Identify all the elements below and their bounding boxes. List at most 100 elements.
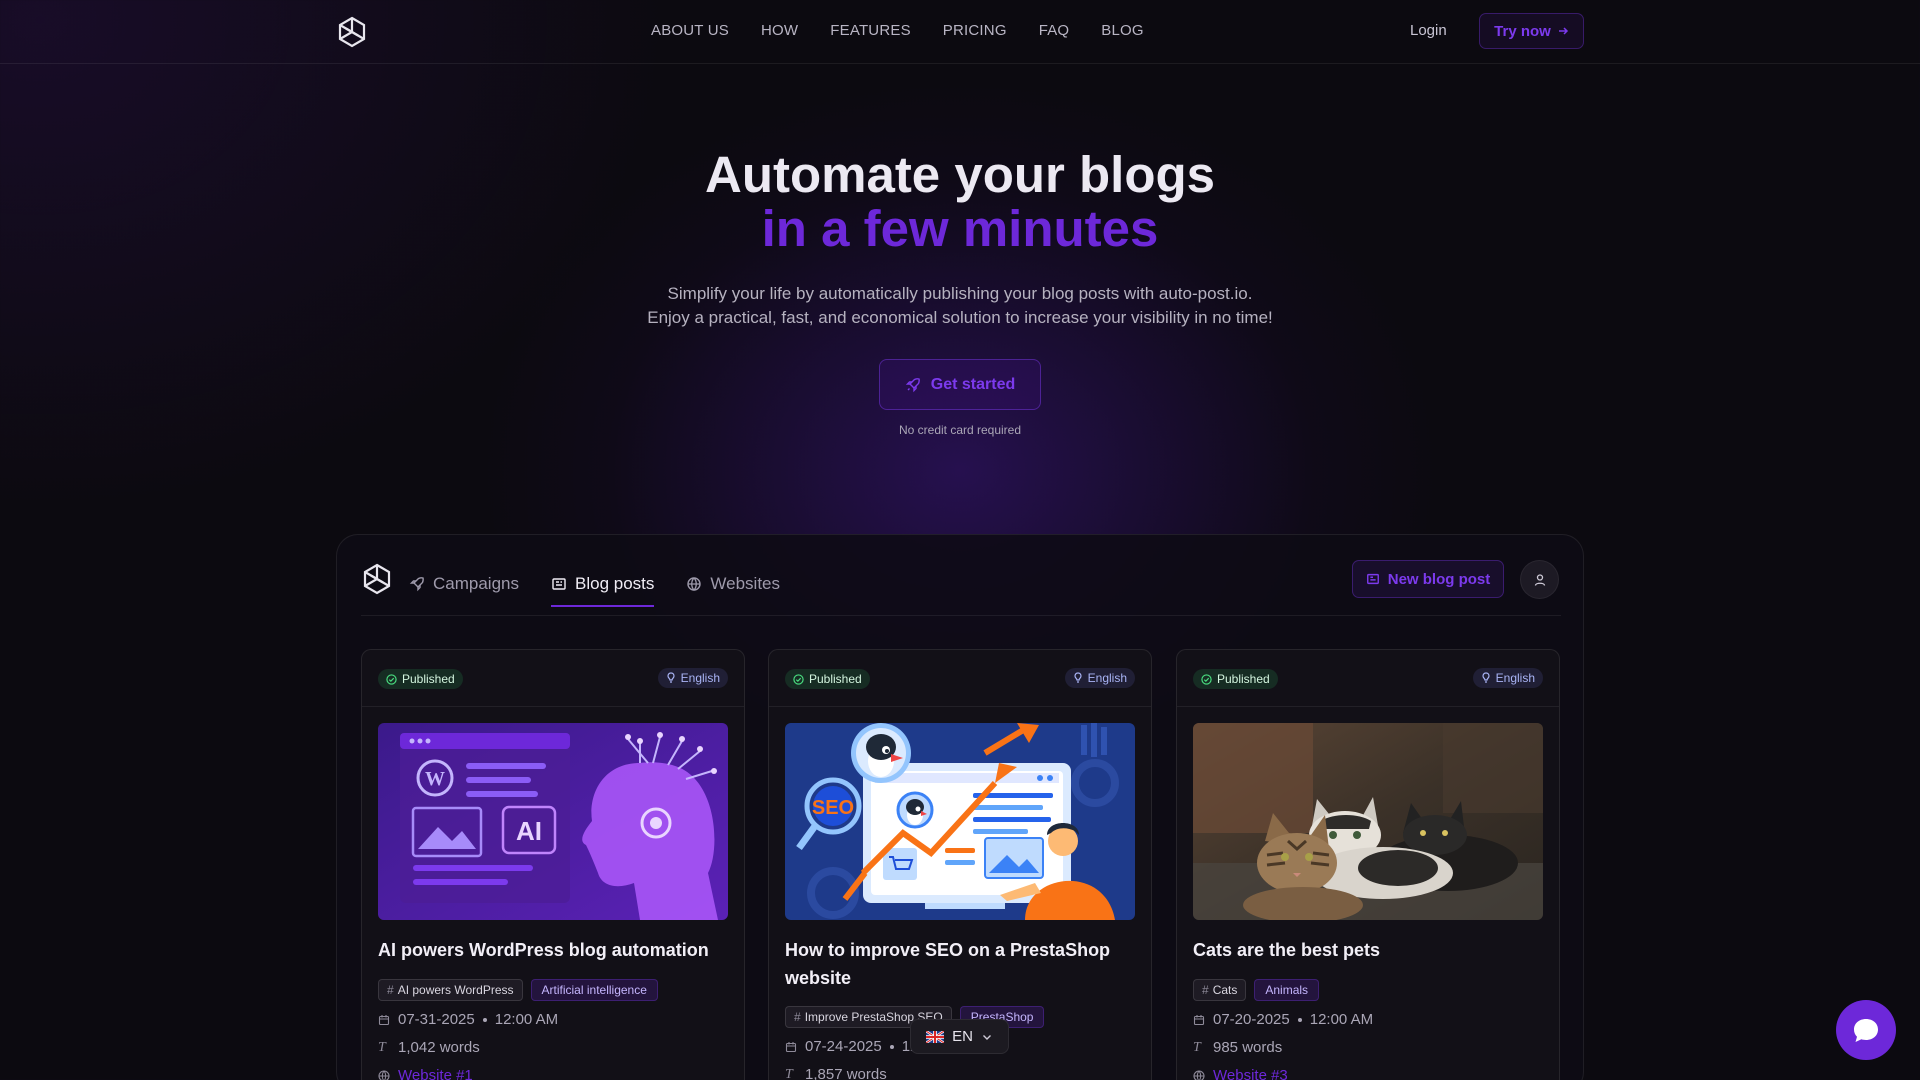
type-icon: T (785, 1066, 793, 1080)
status-badge: Published (1193, 669, 1278, 689)
rocket-icon (905, 377, 920, 392)
try-now-button[interactable]: Try now (1479, 13, 1584, 49)
get-started-button[interactable]: Get started (879, 359, 1041, 410)
card-title[interactable]: Cats are the best pets (1193, 936, 1543, 964)
card-header: Published English (362, 650, 744, 707)
category-tag[interactable]: Artificial intelligence (530, 979, 658, 1001)
new-blog-post-label: New blog post (1387, 570, 1491, 588)
card-words-row: T 1,857 words (785, 1066, 887, 1080)
separator-dot (482, 1017, 487, 1022)
keyword-tag-label: Cats (1212, 983, 1238, 997)
card-words-row: T 985 words (1193, 1039, 1282, 1056)
type-icon: T (378, 1039, 386, 1055)
tab-blog-posts[interactable]: Blog posts (551, 569, 655, 607)
user-icon (1534, 573, 1545, 586)
card-website-link[interactable]: Website #1 (398, 1067, 473, 1080)
card-time: 12:00 AM (494, 1011, 559, 1028)
card-word-count: 1,042 words (398, 1039, 480, 1056)
card-date: 07-31-2025 (398, 1011, 475, 1028)
tab-websites[interactable]: Websites (686, 569, 780, 599)
nav-links: ABOUT US HOW FEATURES PRICING FAQ BLOG (651, 22, 1176, 40)
card-tags: # Cats Animals (1193, 979, 1320, 1001)
chat-widget-button[interactable] (1836, 1000, 1896, 1060)
check-circle-icon (793, 673, 804, 685)
hero-subtitle: Simplify your life by automatically publ… (0, 282, 1920, 330)
keyword-tag[interactable]: # Cats (1193, 979, 1247, 1001)
newspaper-icon (1366, 573, 1379, 585)
card-date: 07-24-2025 (805, 1038, 882, 1055)
chat-icon (1854, 1019, 1878, 1042)
newspaper-icon (552, 578, 566, 590)
card-header: Published English (769, 650, 1151, 707)
rocket-icon (409, 577, 424, 592)
speech-icon (1482, 672, 1490, 683)
logo-icon[interactable] (361, 563, 393, 595)
user-menu-button[interactable] (1520, 560, 1559, 599)
nav-link-about-us[interactable]: ABOUT US (651, 22, 729, 40)
login-link[interactable]: Login (1410, 22, 1447, 40)
language-badge: English (1472, 668, 1543, 688)
separator-dot (889, 1044, 894, 1049)
new-blog-post-button[interactable]: New blog post (1352, 560, 1504, 598)
language-label: English (1087, 671, 1127, 685)
check-circle-icon (386, 673, 397, 685)
card-date-row: 07-31-2025 12:00 AM (378, 1011, 558, 1028)
nav-link-blog[interactable]: BLOG (1101, 22, 1143, 40)
calendar-icon (378, 1014, 390, 1025)
speech-icon (1074, 672, 1082, 683)
hash-icon: # (387, 983, 394, 997)
card-word-count: 985 words (1213, 1039, 1283, 1056)
speech-icon (667, 672, 675, 683)
tab-websites-label: Websites (710, 574, 780, 593)
app-tabs: Campaigns Blog posts Websites (409, 569, 780, 607)
logo-icon[interactable] (336, 16, 368, 48)
category-tag[interactable]: Animals (1254, 979, 1320, 1001)
ai-wordpress-illustration: W AI (378, 723, 728, 920)
nav-link-pricing[interactable]: PRICING (943, 22, 1007, 40)
hash-icon: # (1202, 983, 1209, 997)
seo-image-text: SEO (812, 797, 854, 819)
globe-icon (1193, 1069, 1205, 1080)
calendar-icon (1193, 1014, 1205, 1025)
keyword-tag[interactable]: # AI powers WordPress (378, 979, 523, 1001)
arrow-right-icon (1558, 27, 1568, 35)
cats-photo (1193, 723, 1543, 920)
panel-divider (361, 615, 1561, 616)
tab-campaigns[interactable]: Campaigns (409, 569, 519, 599)
hero-subtitle-line1: Simplify your life by automatically publ… (667, 284, 1253, 303)
language-selector[interactable]: EN (910, 1019, 1009, 1054)
type-icon: T (1193, 1039, 1201, 1055)
hash-icon: # (794, 1010, 801, 1024)
language-label: English (1495, 671, 1535, 685)
card-title[interactable]: AI powers WordPress blog automation (378, 936, 728, 964)
prestashop-seo-thumbnail: SEO (785, 723, 1135, 920)
card-date: 07-20-2025 (1213, 1011, 1290, 1028)
globe-icon (378, 1069, 390, 1080)
nav-link-how[interactable]: HOW (761, 22, 798, 40)
try-now-label: Try now (1494, 22, 1551, 40)
hero-subtitle-line2: Enjoy a practical, fast, and economical … (647, 308, 1273, 327)
status-badge: Published (378, 669, 463, 689)
globe-icon (687, 577, 702, 591)
language-badge: English (657, 668, 728, 688)
svg-text:W: W (425, 768, 445, 790)
card-time: 12:00 AM (1309, 1011, 1374, 1028)
status-badge: Published (785, 669, 870, 689)
blog-post-card[interactable]: Published English (1176, 649, 1560, 1080)
prestashop-seo-illustration: SEO (785, 723, 1135, 920)
nav-link-faq[interactable]: FAQ (1039, 22, 1070, 40)
language-badge: English (1064, 668, 1135, 688)
nav-link-features[interactable]: FEATURES (830, 22, 911, 40)
hero-title-accent: in a few minutes (761, 200, 1159, 257)
card-tags: # AI powers WordPress Artificial intelli… (378, 979, 658, 1001)
get-started-label: Get started (930, 375, 1016, 393)
card-header: Published English (1177, 650, 1559, 707)
blog-post-card[interactable]: Published English W AI AI powers WordPre… (361, 649, 745, 1080)
card-title[interactable]: How to improve SEO on a PrestaShop websi… (785, 936, 1135, 992)
card-website-row: Website #3 (1193, 1067, 1288, 1080)
blog-post-card[interactable]: Published English (768, 649, 1152, 1080)
card-website-link[interactable]: Website #3 (1213, 1067, 1288, 1080)
status-label: Published (809, 672, 862, 686)
ai-image-text: AI (516, 816, 542, 846)
status-label: Published (402, 672, 455, 686)
